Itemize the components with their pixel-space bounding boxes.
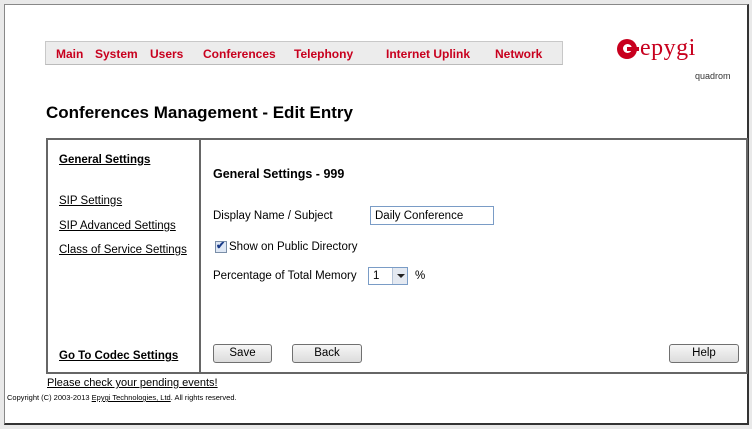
show-public-directory-checkbox[interactable]: ✔	[215, 240, 227, 253]
nav-item-users[interactable]: Users	[150, 47, 183, 61]
sidebar-link-codec-settings[interactable]: Go To Codec Settings	[59, 350, 178, 362]
settings-panel: General Settings SIP Settings SIP Advanc…	[46, 138, 748, 374]
logo-brand: epygi	[640, 35, 696, 61]
pending-events-link[interactable]: Please check your pending events!	[47, 377, 218, 389]
checkmark-icon: ✔	[216, 240, 226, 252]
chevron-down-icon[interactable]	[392, 268, 407, 284]
epygi-logo-icon	[617, 39, 639, 59]
logo-subtitle: quadrom	[695, 71, 731, 81]
epygi-logo: epygi quadrom	[615, 35, 745, 83]
memory-unit: %	[415, 270, 426, 282]
settings-sidebar: General Settings SIP Settings SIP Advanc…	[48, 140, 201, 372]
copyright-notice: Copyright (C) 2003-2013 Epygi Technologi…	[7, 393, 237, 402]
display-name-label: Display Name / Subject	[213, 210, 333, 222]
memory-percentage-select[interactable]: 1	[368, 267, 408, 285]
copyright-prefix: Copyright (C) 2003-2013	[7, 393, 92, 402]
display-name-input[interactable]	[370, 206, 494, 225]
nav-item-system[interactable]: System	[95, 47, 138, 61]
back-button[interactable]: Back	[292, 344, 362, 363]
help-button[interactable]: Help	[669, 344, 739, 363]
top-navigation: Main System Users Conferences Telephony …	[45, 41, 563, 65]
sidebar-link-sip-settings[interactable]: SIP Settings	[59, 195, 122, 207]
page-title: Conferences Management - Edit Entry	[46, 103, 354, 122]
nav-item-telephony[interactable]: Telephony	[294, 47, 353, 61]
show-public-directory-label: Show on Public Directory	[229, 241, 358, 253]
nav-item-conferences[interactable]: Conferences	[203, 47, 276, 61]
nav-item-network[interactable]: Network	[495, 47, 542, 61]
settings-content: General Settings - 999 Display Name / Su…	[203, 140, 746, 372]
sidebar-link-class-of-service-settings[interactable]: Class of Service Settings	[59, 244, 187, 256]
sidebar-link-sip-advanced-settings[interactable]: SIP Advanced Settings	[59, 220, 176, 232]
browser-page: Main System Users Conferences Telephony …	[4, 4, 749, 425]
company-link[interactable]: Epygi Technologies, Ltd	[92, 393, 171, 402]
sidebar-link-general-settings[interactable]: General Settings	[59, 154, 150, 166]
memory-percentage-label: Percentage of Total Memory	[213, 270, 357, 282]
section-title: General Settings - 999	[213, 167, 345, 181]
save-button[interactable]: Save	[213, 344, 272, 363]
nav-item-main[interactable]: Main	[56, 47, 83, 61]
copyright-suffix: . All rights reserved.	[170, 393, 237, 402]
memory-percentage-value: 1	[373, 270, 380, 282]
nav-item-internet-uplink[interactable]: Internet Uplink	[386, 47, 470, 61]
